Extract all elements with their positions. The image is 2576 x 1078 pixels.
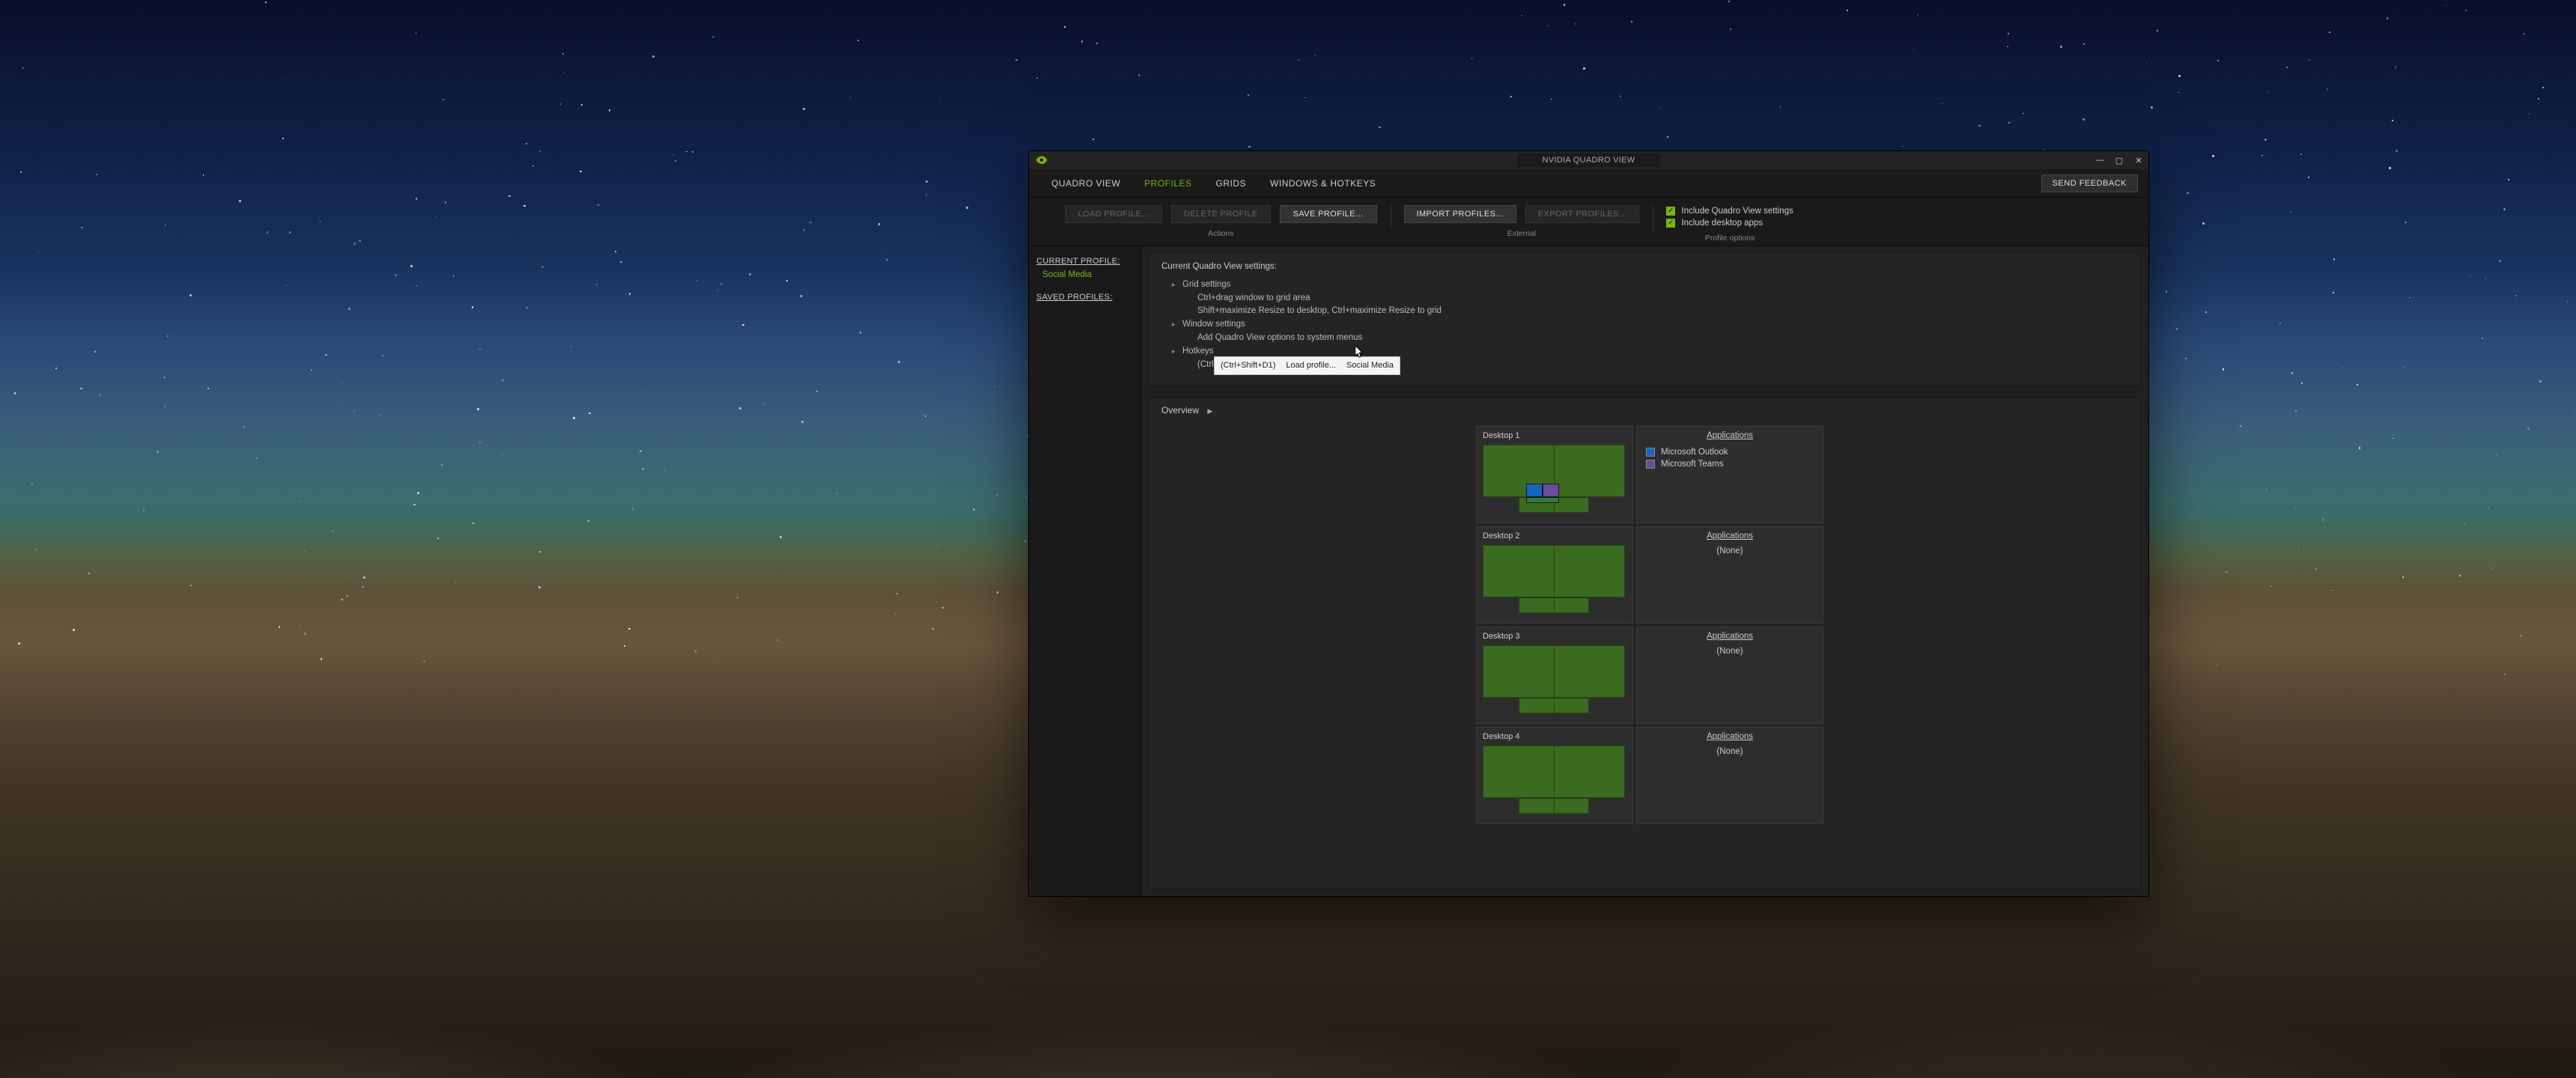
window-title: NVIDIA QUADRO VIEW — [1517, 153, 1661, 167]
application-name: Microsoft Outlook — [1661, 448, 1728, 457]
tree-window-line1: Add Quadro View options to system menus — [1161, 332, 2128, 345]
desktop-row: Desktop 1 Applications Microsoft Outlook Mi… — [1476, 426, 2128, 523]
desktop-row: Desktop 4 Applications (None) — [1476, 727, 2128, 824]
tab-grids[interactable]: GRIDS — [1204, 169, 1259, 197]
checkbox-checked-icon — [1666, 207, 1675, 216]
applications-card: Applications (None) — [1636, 727, 1823, 824]
toolbar-group-options: Include Quadro View settings Include des… — [1653, 205, 1806, 243]
tooltip-key: (Ctrl+Shift+D1) — [1221, 359, 1275, 372]
applications-card: Applications Microsoft Outlook Microsoft T… — [1636, 426, 1823, 523]
applications-none: (None) — [1646, 747, 1814, 756]
sidebar: CURRENT PROFILE: Social Media SAVED PROF… — [1029, 246, 1141, 896]
cursor-icon — [1355, 346, 1364, 358]
tooltip-target: Social Media — [1346, 359, 1394, 372]
applications-card: Applications (None) — [1636, 627, 1823, 724]
tab-windows-hotkeys[interactable]: WINDOWS & HOTKEYS — [1258, 169, 1388, 197]
toolbar-group-actions: LOAD PROFILE... DELETE PROFILE SAVE PROF… — [1051, 205, 1391, 238]
mini-taskbar-icon — [1526, 497, 1559, 503]
tooltip: (Ctrl+Shift+D1) Load profile... Social M… — [1214, 356, 1400, 375]
tooltip-action: Load profile... — [1286, 359, 1336, 372]
triangle-right-icon: ▶ — [1207, 407, 1212, 415]
applications-none: (None) — [1646, 647, 1814, 656]
tree-window-settings[interactable]: Window settings — [1161, 318, 2128, 332]
tab-profiles[interactable]: PROFILES — [1132, 169, 1203, 197]
applications-header: Applications — [1646, 732, 1814, 741]
option-label: Include Quadro View settings — [1681, 207, 1793, 216]
tree-grid-settings[interactable]: Grid settings — [1161, 278, 2128, 292]
toolbar-caption-external: External — [1507, 229, 1537, 238]
toolbar-caption-options: Profile options — [1705, 234, 1755, 243]
desktop-card[interactable]: Desktop 4 — [1476, 727, 1633, 824]
import-profiles-button[interactable]: IMPORT PROFILES... — [1404, 205, 1516, 223]
sidebar-saved-header: SAVED PROFILES: — [1036, 293, 1133, 302]
overview-panel: Overview ▶ Desktop 1 Applications Microsof… — [1149, 397, 2141, 889]
applications-header: Applications — [1646, 431, 1814, 440]
toolbar-group-external: IMPORT PROFILES... EXPORT PROFILES... Ex… — [1391, 205, 1653, 238]
desktop-row: Desktop 2 Applications (None) — [1476, 526, 2128, 624]
grid-preview — [1483, 545, 1626, 615]
toolbar-caption-actions: Actions — [1208, 229, 1233, 238]
sidebar-current-header: CURRENT PROFILE: — [1036, 257, 1133, 266]
desktop-card[interactable]: Desktop 1 — [1476, 426, 1633, 523]
export-profiles-button[interactable]: EXPORT PROFILES... — [1525, 205, 1640, 223]
maximize-button[interactable]: ▢ — [2109, 151, 2129, 169]
mini-apps-icon — [1526, 484, 1559, 497]
close-button[interactable]: ✕ — [2129, 151, 2148, 169]
desktop-label: Desktop 3 — [1483, 632, 1626, 641]
checkbox-checked-icon — [1666, 219, 1675, 228]
grid-preview — [1483, 746, 1626, 816]
tree-grid-line1: Ctrl+drag window to grid area — [1161, 292, 2128, 305]
tree-grid-line2: Shift+maximize Resize to desktop, Ctrl+m… — [1161, 305, 2128, 318]
grid-preview — [1483, 645, 1626, 716]
overview-title[interactable]: Overview ▶ — [1161, 405, 2128, 415]
desktop-row: Desktop 3 Applications (None) — [1476, 627, 2128, 724]
applications-header: Applications — [1646, 532, 1814, 540]
application-item[interactable]: Microsoft Teams — [1646, 458, 1814, 470]
delete-profile-button[interactable]: DELETE PROFILE — [1171, 205, 1271, 223]
settings-title: Current Quadro View settings: — [1161, 261, 2128, 274]
desktop-label: Desktop 2 — [1483, 532, 1626, 540]
option-include-qv-settings[interactable]: Include Quadro View settings — [1666, 207, 1793, 216]
outlook-icon — [1646, 448, 1655, 457]
applications-header: Applications — [1646, 632, 1814, 641]
desktop-label: Desktop 4 — [1483, 732, 1626, 741]
option-include-desktop-apps[interactable]: Include desktop apps — [1666, 219, 1793, 228]
application-item[interactable]: Microsoft Outlook — [1646, 446, 1814, 458]
teams-icon — [1646, 460, 1655, 469]
applications-card: Applications (None) — [1636, 526, 1823, 624]
desktop-label: Desktop 1 — [1483, 431, 1626, 440]
nvidia-logo-icon — [1035, 155, 1048, 165]
save-profile-button[interactable]: SAVE PROFILE... — [1280, 205, 1377, 223]
sidebar-current-profile[interactable]: Social Media — [1042, 270, 1133, 279]
applications-none: (None) — [1646, 546, 1814, 555]
minimize-button[interactable]: ― — [2090, 151, 2109, 169]
settings-panel: Current Quadro View settings: Grid setti… — [1149, 252, 2141, 386]
tab-quadro-view[interactable]: QUADRO VIEW — [1039, 169, 1132, 197]
option-label: Include desktop apps — [1681, 219, 1763, 228]
desktop-card[interactable]: Desktop 2 — [1476, 526, 1633, 624]
desktop-card[interactable]: Desktop 3 — [1476, 627, 1633, 724]
application-name: Microsoft Teams — [1661, 460, 1724, 469]
menubar: QUADRO VIEW PROFILES GRIDS WINDOWS & HOT… — [1029, 169, 2148, 198]
send-feedback-button[interactable]: SEND FEEDBACK — [2041, 174, 2138, 192]
app-window: NVIDIA QUADRO VIEW ― ▢ ✕ QUADRO VIEW PRO… — [1028, 150, 2149, 897]
titlebar[interactable]: NVIDIA QUADRO VIEW ― ▢ ✕ — [1029, 151, 2148, 169]
toolbar: LOAD PROFILE... DELETE PROFILE SAVE PROF… — [1029, 198, 2148, 246]
grid-preview — [1483, 445, 1626, 515]
load-profile-button[interactable]: LOAD PROFILE... — [1065, 205, 1162, 223]
